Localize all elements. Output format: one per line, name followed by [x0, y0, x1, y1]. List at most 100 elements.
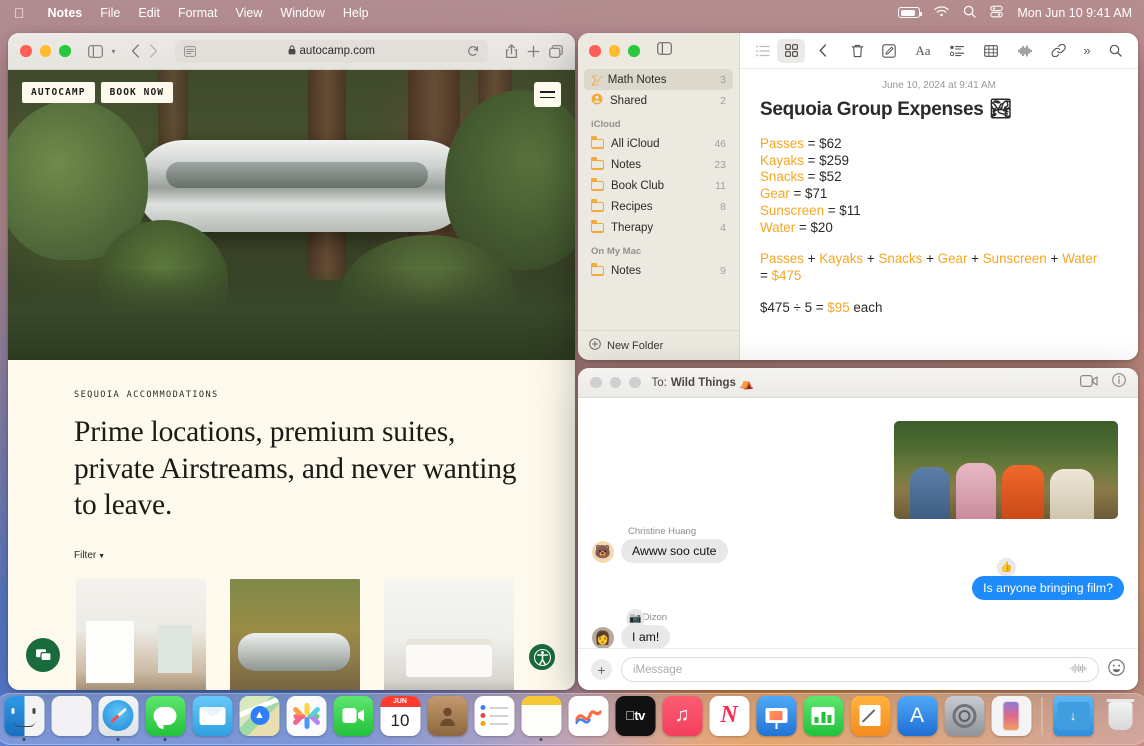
- site-nav[interactable]: AUTOCAMP BOOK NOW: [22, 82, 173, 103]
- format-aa-icon[interactable]: Aa: [909, 39, 937, 63]
- dock-item-reminders[interactable]: [473, 696, 516, 742]
- sidebar-item-math-notes[interactable]: ∑⁄ Math Notes 3: [584, 69, 733, 90]
- tapback-camera[interactable]: 📷: [626, 609, 645, 628]
- dock-item-safari[interactable]: [97, 696, 140, 742]
- dock-item-system-settings[interactable]: [943, 696, 986, 742]
- menu-item-edit[interactable]: Edit: [129, 6, 169, 20]
- dock-item-news[interactable]: N: [708, 696, 751, 742]
- gallery-view-icon[interactable]: [777, 39, 805, 63]
- search-icon[interactable]: [963, 5, 976, 21]
- apple-logo-icon[interactable]: : [14, 6, 25, 20]
- checklist-icon[interactable]: [943, 39, 971, 63]
- dock-item-freeform[interactable]: [567, 696, 610, 742]
- dock-item-facetime[interactable]: [332, 696, 375, 742]
- messages-window[interactable]: To: Wild Things ⛺ Christine Huang 🐻 Awww…: [578, 368, 1138, 690]
- sidebar-item-local-notes[interactable]: Notes 9: [584, 260, 733, 281]
- safari-window[interactable]: ▾ autocamp.com: [8, 33, 575, 690]
- back-button[interactable]: [131, 44, 140, 58]
- link-icon[interactable]: [1045, 39, 1073, 63]
- zoom-button[interactable]: [629, 377, 641, 389]
- filter-control[interactable]: Filter ▼: [8, 524, 575, 561]
- dock-item-downloads[interactable]: ↓: [1052, 696, 1095, 742]
- dock-item-music[interactable]: ♫: [661, 696, 704, 742]
- sidebar-item-book-club[interactable]: Book Club 11: [584, 175, 733, 196]
- close-button[interactable]: [590, 377, 602, 389]
- book-now-button[interactable]: BOOK NOW: [101, 82, 174, 103]
- dock-item-apple-tv[interactable]: tv: [614, 696, 657, 742]
- audio-waveform-icon[interactable]: [1070, 663, 1087, 677]
- dock-item-notes[interactable]: [520, 696, 563, 742]
- sidebar-item-recipes[interactable]: Recipes 8: [584, 196, 733, 217]
- reload-icon[interactable]: [467, 45, 479, 57]
- dock-item-trash[interactable]: [1099, 696, 1142, 742]
- dock-item-mail[interactable]: [191, 696, 234, 742]
- window-traffic-lights[interactable]: [589, 45, 640, 57]
- imessage-input[interactable]: iMessage: [621, 657, 1099, 682]
- sidebar-icon[interactable]: [88, 45, 103, 58]
- message-thread[interactable]: Christine Huang 🐻 Awww soo cute 👍 Is any…: [578, 398, 1138, 648]
- new-tab-icon[interactable]: [527, 45, 540, 58]
- sidebar-item-notes[interactable]: Notes 23: [584, 154, 733, 175]
- tab-overview-icon[interactable]: [549, 45, 563, 58]
- dock-item-calendar[interactable]: JUN 10: [379, 696, 422, 742]
- avatar[interactable]: 🐻: [592, 541, 614, 563]
- dock-item-messages[interactable]: [144, 696, 187, 742]
- message-photo[interactable]: [894, 421, 1118, 519]
- menu-item-notes[interactable]: Notes: [39, 6, 92, 20]
- dock-item-finder[interactable]: [3, 696, 46, 742]
- minimize-button[interactable]: [40, 45, 52, 57]
- compose-icon[interactable]: [875, 39, 903, 63]
- chevron-down-icon[interactable]: ▾: [112, 47, 116, 56]
- notes-window[interactable]: ∑⁄ Math Notes 3 Shared 2 iCloud All iClo…: [578, 33, 1138, 360]
- emoji-smiley-icon[interactable]: [1108, 659, 1125, 681]
- chat-bubble-icon[interactable]: [26, 638, 60, 672]
- conversation-recipient[interactable]: To: Wild Things ⛺: [652, 376, 755, 390]
- menu-item-view[interactable]: View: [227, 6, 272, 20]
- window-traffic-lights[interactable]: [20, 45, 71, 57]
- window-traffic-lights[interactable]: [590, 377, 641, 389]
- address-bar[interactable]: autocamp.com: [175, 40, 488, 63]
- battery-icon[interactable]: [898, 7, 920, 18]
- thumbnail-airstream-exterior-forest[interactable]: [230, 579, 360, 690]
- dock-item-keynote[interactable]: [755, 696, 798, 742]
- thumbnail-airstream-bedroom[interactable]: [384, 579, 514, 690]
- search-icon[interactable]: [1101, 39, 1129, 63]
- menu-item-help[interactable]: Help: [334, 6, 378, 20]
- wifi-icon[interactable]: [934, 6, 949, 20]
- zoom-button[interactable]: [59, 45, 71, 57]
- control-center-icon[interactable]: [990, 5, 1003, 21]
- menu-item-file[interactable]: File: [91, 6, 129, 20]
- forward-button[interactable]: [149, 44, 158, 58]
- thumbnail-airstream-interior-kitchen[interactable]: [76, 579, 206, 690]
- menu-item-window[interactable]: Window: [271, 6, 333, 20]
- message-bubble[interactable]: Awww soo cute: [621, 539, 728, 563]
- tapback-thumbs-up[interactable]: 👍: [997, 558, 1016, 577]
- dock-item-numbers[interactable]: [802, 696, 845, 742]
- hamburger-icon[interactable]: [534, 82, 561, 107]
- list-view-icon[interactable]: [749, 39, 777, 63]
- dock-item-app-store[interactable]: A: [896, 696, 939, 742]
- sidebar-toggle-icon[interactable]: [657, 42, 672, 60]
- table-icon[interactable]: [977, 39, 1005, 63]
- info-circle-icon[interactable]: [1112, 373, 1126, 392]
- facetime-video-icon[interactable]: [1080, 374, 1098, 392]
- close-button[interactable]: [20, 45, 32, 57]
- sidebar-item-therapy[interactable]: Therapy 4: [584, 217, 733, 238]
- dock-item-iphone-mirroring[interactable]: [990, 696, 1033, 742]
- dock-item-launchpad[interactable]: [50, 696, 93, 742]
- new-folder-button[interactable]: New Folder: [578, 330, 739, 360]
- dock-item-pages[interactable]: [849, 696, 892, 742]
- accessibility-icon[interactable]: [527, 642, 557, 672]
- reader-view-icon[interactable]: [184, 46, 196, 57]
- trash-icon[interactable]: [843, 39, 871, 63]
- note-body[interactable]: Sequoia Group Expenses 🏞 Passes = $62 Ka…: [740, 97, 1138, 316]
- avatar[interactable]: 👩: [592, 627, 614, 648]
- more-chevrons-icon[interactable]: »: [1073, 39, 1101, 63]
- dock-item-maps[interactable]: ▲: [238, 696, 281, 742]
- site-logo[interactable]: AUTOCAMP: [22, 82, 95, 103]
- plus-icon[interactable]: +: [591, 659, 612, 680]
- minimize-button[interactable]: [609, 45, 621, 57]
- minimize-button[interactable]: [610, 377, 622, 389]
- close-button[interactable]: [589, 45, 601, 57]
- message-bubble-me[interactable]: Is anyone bringing film?: [972, 576, 1124, 600]
